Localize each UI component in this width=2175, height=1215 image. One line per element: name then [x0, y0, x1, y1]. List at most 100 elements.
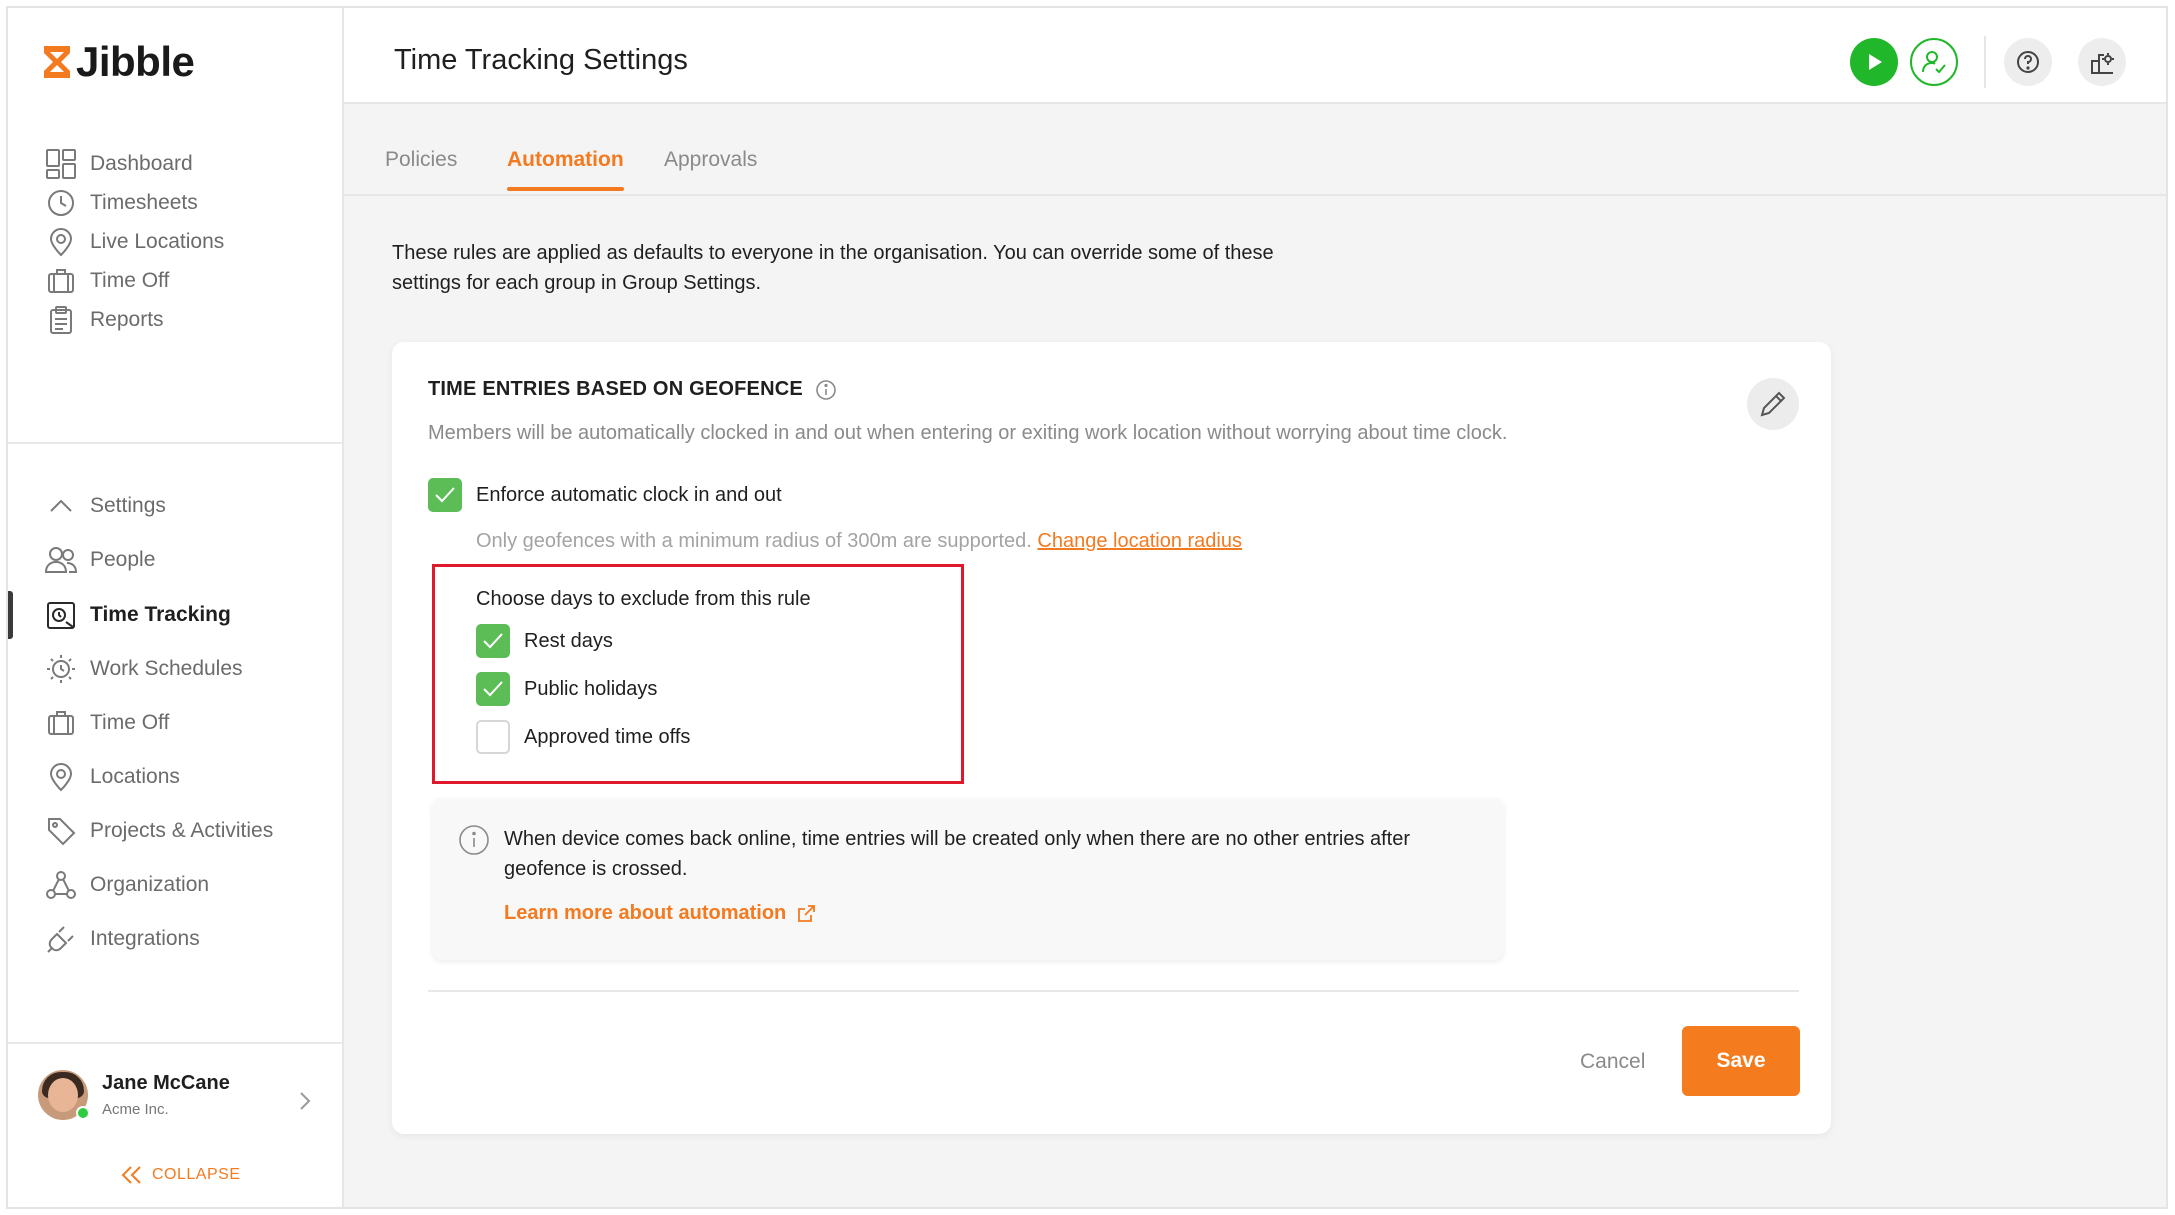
card-title-text: TIME ENTRIES BASED ON GEOFENCE	[428, 378, 803, 400]
rest-days-row[interactable]: Rest days	[476, 624, 613, 658]
public-holidays-checkbox[interactable]	[476, 672, 510, 706]
time-tracking-icon	[44, 598, 78, 632]
intro-line: These rules are applied as defaults to e…	[392, 242, 1274, 264]
start-timer-button[interactable]	[1850, 38, 1898, 86]
sidebar-item-integrations[interactable]: Integrations	[44, 919, 200, 959]
luggage-icon	[44, 706, 78, 740]
edit-button[interactable]	[1747, 378, 1799, 430]
public-holidays-label: Public holidays	[524, 677, 658, 700]
help-button[interactable]	[2004, 38, 2052, 86]
approved-time-offs-checkbox[interactable]	[476, 720, 510, 754]
sidebar-item-live-locations[interactable]: Live Locations	[44, 222, 224, 262]
radius-note: Only geofences with a minimum radius of …	[476, 530, 1242, 553]
org-chart-icon	[44, 868, 78, 902]
header-divider	[1984, 36, 1986, 88]
online-status-dot	[76, 1106, 90, 1120]
public-holidays-row[interactable]: Public holidays	[476, 672, 657, 706]
sidebar-item-people[interactable]: People	[44, 540, 155, 580]
sidebar-item-time-off-settings[interactable]: Time Off	[44, 703, 169, 743]
avatar	[38, 1070, 90, 1120]
sidebar-item-label: Integrations	[90, 927, 200, 950]
save-button[interactable]: Save	[1682, 1026, 1800, 1096]
person-check-icon	[1922, 51, 1946, 74]
sidebar-item-reports[interactable]: Reports	[44, 300, 164, 340]
help-icon	[2017, 51, 2039, 73]
sidebar-item-settings[interactable]: Settings	[44, 486, 166, 526]
info-icon[interactable]	[815, 379, 837, 401]
info-line: geofence is crossed.	[504, 858, 688, 880]
sidebar-item-label: Organization	[90, 873, 210, 896]
info-text: When device comes back online, time entr…	[504, 824, 1504, 884]
sidebar-item-label: People	[90, 548, 156, 571]
logo[interactable]: Jibble	[42, 38, 195, 86]
card-divider	[428, 990, 1799, 992]
work-schedule-icon	[44, 652, 78, 686]
sidebar-item-projects-activities[interactable]: Projects & Activities	[44, 811, 273, 851]
enforce-checkbox[interactable]	[428, 478, 462, 512]
sidebar-item-timesheets[interactable]: Timesheets	[44, 183, 198, 223]
sidebar-item-locations[interactable]: Locations	[44, 757, 180, 797]
exclude-days-title: Choose days to exclude from this rule	[476, 588, 811, 610]
app-window: Jibble Dashboard Timesheets Live Locatio…	[6, 6, 2168, 1209]
plug-icon	[44, 922, 78, 956]
sidebar-item-time-tracking[interactable]: Time Tracking	[44, 595, 231, 635]
building-gear-icon	[2091, 53, 2114, 74]
sidebar: Jibble Dashboard Timesheets Live Locatio…	[8, 8, 344, 1207]
collapse-button[interactable]: COLLAPSE	[120, 1164, 240, 1186]
tab-automation[interactable]: Automation	[507, 148, 624, 172]
sidebar-item-label: Work Schedules	[90, 657, 243, 680]
play-icon	[1869, 54, 1882, 70]
intro-line: settings for each group in Group Setting…	[392, 272, 762, 294]
user-name: Jane McCane	[102, 1072, 230, 1094]
change-location-radius-link[interactable]: Change location radius	[1037, 530, 1242, 552]
sidebar-item-label: Live Locations	[90, 230, 225, 253]
double-chevron-left-icon	[121, 1166, 141, 1184]
sidebar-item-label: Time Tracking	[90, 603, 231, 626]
pencil-icon	[1760, 391, 1786, 417]
geofence-settings-card: TIME ENTRIES BASED ON GEOFENCE Members w…	[392, 342, 1831, 1134]
tab-policies[interactable]: Policies	[385, 148, 457, 172]
enforce-clock-row[interactable]: Enforce automatic clock in and out	[428, 478, 782, 512]
sidebar-item-label: Reports	[90, 308, 164, 331]
learn-more-link[interactable]: Learn more about automation	[504, 902, 816, 925]
sidebar-item-organization[interactable]: Organization	[44, 865, 209, 905]
clock-icon	[44, 186, 78, 220]
sidebar-item-dashboard[interactable]: Dashboard	[44, 144, 193, 184]
approved-time-offs-label: Approved time offs	[524, 725, 691, 748]
sidebar-item-label: Timesheets	[90, 191, 198, 214]
location-pin-icon	[44, 760, 78, 794]
info-circle-icon	[458, 824, 490, 861]
sidebar-item-label: Settings	[90, 494, 166, 517]
people-icon	[44, 543, 78, 577]
rest-days-checkbox[interactable]	[476, 624, 510, 658]
sidebar-item-label: Projects & Activities	[90, 819, 274, 842]
active-indicator	[8, 591, 13, 639]
sidebar-item-time-off[interactable]: Time Off	[44, 261, 169, 301]
luggage-icon	[44, 264, 78, 298]
clipboard-icon	[44, 303, 78, 337]
cancel-button[interactable]: Cancel	[1580, 1050, 1645, 1074]
sidebar-item-label: Time Off	[90, 269, 170, 292]
info-line: When device comes back online, time entr…	[504, 828, 1411, 850]
checkmark-icon	[435, 487, 455, 503]
tab-approvals[interactable]: Approvals	[664, 148, 757, 172]
approved-time-offs-row[interactable]: Approved time offs	[476, 720, 690, 754]
jibble-logo-icon	[44, 46, 70, 78]
org-settings-button[interactable]	[2078, 38, 2126, 86]
top-header: Time Tracking Settings	[344, 8, 2166, 104]
sidebar-item-label: Time Off	[90, 711, 170, 734]
automation-info-box: When device comes back online, time entr…	[432, 798, 1504, 960]
chevron-right-icon[interactable]	[298, 1090, 312, 1117]
clock-in-person-button[interactable]	[1910, 38, 1958, 86]
sidebar-item-work-schedules[interactable]: Work Schedules	[44, 649, 243, 689]
intro-text: These rules are applied as defaults to e…	[392, 238, 1392, 298]
tag-icon	[44, 814, 78, 848]
chevron-up-icon	[44, 489, 78, 523]
active-tab-underline	[507, 187, 624, 191]
sidebar-item-label: Dashboard	[90, 152, 193, 175]
logo-text: Jibble	[76, 38, 195, 85]
checkmark-icon	[483, 681, 503, 697]
user-profile[interactable]: Jane McCane Acme Inc.	[38, 1070, 230, 1120]
learn-more-label: Learn more about automation	[504, 902, 787, 924]
enforce-label: Enforce automatic clock in and out	[476, 483, 782, 506]
